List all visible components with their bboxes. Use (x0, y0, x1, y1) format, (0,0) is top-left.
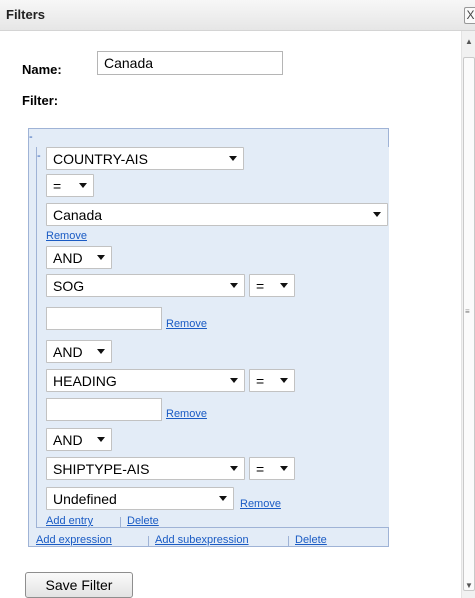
condition-4-field-select[interactable]: SHIPTYPE-AIS (46, 457, 245, 480)
connector-1-select[interactable]: AND (46, 246, 112, 269)
condition-2-operator-value: = (256, 278, 265, 294)
condition-2-field-value: SOG (53, 278, 85, 294)
condition-3-operator-select[interactable]: = (249, 369, 295, 392)
dialog-titlebar: Filters (0, 0, 475, 31)
scroll-down-arrow-icon[interactable]: ▼ (465, 581, 473, 590)
chevron-down-icon (280, 378, 288, 383)
chevron-down-icon (373, 212, 381, 217)
chevron-down-icon (230, 283, 238, 288)
name-input[interactable] (97, 51, 283, 75)
condition-3-operator-value: = (256, 373, 265, 389)
delete-expression-link[interactable]: Delete (295, 534, 327, 546)
condition-3-remove-link[interactable]: Remove (166, 408, 207, 420)
filters-dialog: Filters X ▲ ≡ ▼ Name: Filter: - - COUNTR… (0, 0, 475, 598)
condition-4-remove-link[interactable]: Remove (240, 498, 281, 510)
condition-1-operator-value: = (53, 178, 62, 194)
condition-4-operator-select[interactable]: = (249, 457, 295, 480)
close-button[interactable]: X (464, 7, 475, 24)
condition-1-remove-link[interactable]: Remove (46, 230, 87, 242)
scroll-up-arrow-icon[interactable]: ▲ (465, 37, 473, 46)
link-separator (148, 536, 149, 547)
vertical-scrollbar[interactable]: ▲ ≡ ▼ (461, 31, 475, 598)
connector-2-select[interactable]: AND (46, 340, 112, 363)
delete-subexpression-link[interactable]: Delete (127, 515, 159, 527)
chevron-down-icon (79, 183, 87, 188)
chevron-down-icon (230, 378, 238, 383)
scrollbar-thumb[interactable] (463, 57, 475, 591)
chevron-down-icon (97, 437, 105, 442)
name-label: Name: (22, 62, 62, 77)
chevron-down-icon (280, 283, 288, 288)
condition-3-field-select[interactable]: HEADING (46, 369, 245, 392)
chevron-down-icon (280, 466, 288, 471)
dialog-title: Filters (6, 7, 46, 22)
condition-1-value-select[interactable]: Canada (46, 203, 388, 226)
link-separator (288, 536, 289, 547)
collapse-subexpression-toggle[interactable]: - (37, 150, 41, 162)
condition-4-field-value: SHIPTYPE-AIS (53, 461, 150, 477)
condition-2-operator-select[interactable]: = (249, 274, 295, 297)
condition-4-value-select[interactable]: Undefined (46, 487, 234, 510)
chevron-down-icon (97, 349, 105, 354)
chevron-down-icon (219, 496, 227, 501)
condition-3-field-value: HEADING (53, 373, 117, 389)
add-entry-link[interactable]: Add entry (46, 515, 93, 527)
link-separator (120, 517, 121, 528)
add-subexpression-link[interactable]: Add subexpression (155, 534, 249, 546)
condition-4-value: Undefined (53, 491, 117, 507)
condition-3-value-input[interactable] (46, 398, 162, 421)
connector-3-select[interactable]: AND (46, 428, 112, 451)
chevron-down-icon (230, 466, 238, 471)
connector-3-value: AND (53, 432, 83, 448)
scrollbar-grip-icon: ≡ (465, 307, 470, 316)
condition-1-field-select[interactable]: COUNTRY-AIS (46, 147, 244, 170)
collapse-expression-toggle[interactable]: - (29, 131, 33, 143)
condition-2-value-input[interactable] (46, 307, 162, 330)
condition-1-operator-select[interactable]: = (46, 174, 94, 197)
condition-2-field-select[interactable]: SOG (46, 274, 245, 297)
condition-2-remove-link[interactable]: Remove (166, 318, 207, 330)
chevron-down-icon (97, 255, 105, 260)
save-filter-button[interactable]: Save Filter (25, 572, 133, 598)
add-expression-link[interactable]: Add expression (36, 534, 112, 546)
connector-1-value: AND (53, 250, 83, 266)
condition-4-operator-value: = (256, 461, 265, 477)
condition-1-field-value: COUNTRY-AIS (53, 151, 148, 167)
connector-2-value: AND (53, 344, 83, 360)
chevron-down-icon (229, 156, 237, 161)
condition-1-value: Canada (53, 207, 103, 223)
filter-label: Filter: (22, 93, 59, 108)
